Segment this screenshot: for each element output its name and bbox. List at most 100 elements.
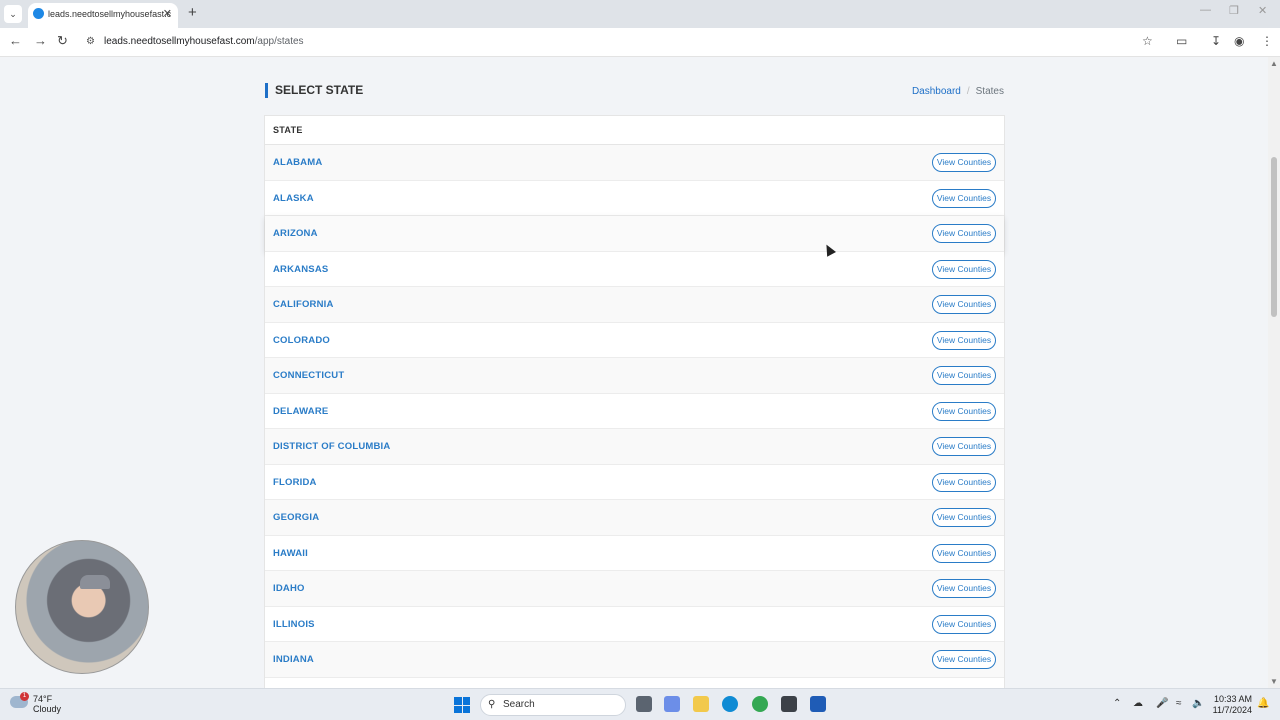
breadcrumb-current: States: [975, 86, 1004, 97]
view-counties-button[interactable]: View Counties: [932, 259, 996, 279]
view-counties-button[interactable]: View Counties: [932, 543, 996, 563]
breadcrumb: Dashboard / States: [912, 86, 1004, 97]
state-link[interactable]: FLORIDA: [273, 477, 317, 488]
profile-icon[interactable]: ◉: [1234, 34, 1244, 48]
weather-desc: Cloudy: [33, 704, 62, 714]
browser-tab[interactable]: leads.needtosellmyhousefast.c ✕: [28, 3, 178, 28]
table-row: HAWAII View Counties: [265, 535, 1004, 571]
maximize-icon[interactable]: ❐: [1229, 4, 1239, 17]
view-counties-button[interactable]: View Counties: [932, 472, 996, 492]
taskbar-search-label: Search: [503, 699, 535, 710]
state-link[interactable]: DELAWARE: [273, 406, 328, 417]
clock[interactable]: 10:33 AM 11/7/2024: [1206, 694, 1252, 716]
view-counties-button[interactable]: View Counties: [932, 330, 996, 350]
taskbar-search[interactable]: ⚲ Search: [480, 694, 626, 716]
search-icon: ⚲: [488, 699, 496, 710]
state-link[interactable]: ALASKA: [273, 193, 314, 204]
view-counties-button[interactable]: View Counties: [932, 437, 996, 456]
state-link[interactable]: CALIFORNIA: [273, 299, 334, 310]
table-row: GEORGIA View Counties: [265, 500, 1004, 536]
window-close-icon[interactable]: ✕: [1258, 4, 1267, 17]
scrollbar-thumb[interactable]: [1271, 157, 1277, 317]
table-row: DISTRICT OF COLUMBIA View Counties: [265, 429, 1004, 465]
tab-strip: ⌄ leads.needtosellmyhousefast.c ✕ + — ❐ …: [0, 0, 1280, 28]
copilot-icon[interactable]: [664, 696, 680, 712]
file-explorer-icon[interactable]: [693, 696, 709, 712]
back-icon[interactable]: ←: [9, 33, 22, 48]
state-link[interactable]: COLORADO: [273, 335, 330, 346]
reload-icon[interactable]: ↻: [57, 33, 68, 49]
view-counties-button[interactable]: View Counties: [932, 650, 996, 669]
view-counties-button[interactable]: View Counties: [932, 579, 996, 598]
bookmark-star-icon[interactable]: ☆: [1142, 34, 1153, 48]
download-icon[interactable]: ↧: [1211, 34, 1221, 48]
state-link[interactable]: DISTRICT OF COLUMBIA: [273, 441, 390, 452]
weather-badge: 1: [20, 692, 29, 701]
view-counties-button[interactable]: View Counties: [932, 188, 996, 208]
view-counties-button[interactable]: View Counties: [932, 401, 996, 421]
webcam-overlay: [15, 540, 149, 674]
url-field[interactable]: leads.needtosellmyhousefast.com/app/stat…: [104, 36, 304, 47]
volume-icon[interactable]: 🔈: [1192, 698, 1204, 709]
new-tab-icon[interactable]: +: [188, 4, 197, 21]
wifi-icon[interactable]: ≈: [1176, 698, 1182, 709]
state-link[interactable]: GEORGIA: [273, 512, 319, 523]
table-row: CALIFORNIA View Counties: [265, 287, 1004, 323]
page-content: SELECT STATE Dashboard / States STATE ALAB…: [0, 57, 1268, 688]
table-row: COLORADO View Counties: [265, 322, 1004, 358]
onedrive-icon[interactable]: ☁: [1133, 698, 1143, 709]
tab-search-dropdown-icon[interactable]: ⌄: [4, 5, 22, 23]
view-counties-button[interactable]: View Counties: [932, 508, 996, 527]
state-link[interactable]: ILLINOIS: [273, 619, 315, 630]
task-view-icon[interactable]: [636, 696, 652, 712]
view-counties-button[interactable]: View Counties: [932, 153, 996, 172]
table-row: ARIZONA View Counties: [265, 216, 1004, 252]
chrome-icon[interactable]: [752, 696, 768, 712]
view-counties-button[interactable]: View Counties: [932, 224, 996, 243]
tray-overflow-icon[interactable]: ⌃: [1113, 698, 1121, 709]
table-row: INDIANA View Counties: [265, 642, 1004, 678]
notification-bell-icon[interactable]: 🔔: [1257, 698, 1269, 709]
tab-title: leads.needtosellmyhousefast.c: [48, 9, 172, 19]
state-link[interactable]: CONNECTICUT: [273, 370, 344, 381]
state-link[interactable]: ARKANSAS: [273, 264, 328, 275]
calculator-icon[interactable]: [781, 696, 797, 712]
state-link[interactable]: ALABAMA: [273, 157, 322, 168]
microphone-icon[interactable]: 🎤: [1156, 698, 1168, 709]
view-counties-button[interactable]: View Counties: [932, 295, 996, 314]
page-scrollbar[interactable]: ▲ ▼: [1268, 57, 1280, 688]
extensions-icon[interactable]: ▭: [1176, 34, 1187, 48]
taskbar: 1 74°F Cloudy ⚲ Search ⌃ ☁ 🎤 ≈ 🔈 10:33 AM 1…: [0, 688, 1280, 720]
tab-close-icon[interactable]: ✕: [163, 3, 172, 25]
edge-icon[interactable]: [722, 696, 738, 712]
page-title: SELECT STATE: [265, 83, 363, 98]
minimize-icon[interactable]: —: [1200, 4, 1211, 16]
table-row: DELAWARE View Counties: [265, 393, 1004, 429]
scroll-up-icon[interactable]: ▲: [1270, 59, 1278, 68]
table-row: ILLINOIS View Counties: [265, 606, 1004, 642]
address-bar: ← → ↻ ⚙ leads.needtosellmyhousefast.com/…: [0, 28, 1280, 57]
menu-icon[interactable]: ⋮: [1261, 34, 1273, 48]
state-link[interactable]: IDAHO: [273, 583, 305, 594]
start-button-icon[interactable]: [454, 697, 470, 713]
site-favicon-icon: [33, 8, 44, 19]
breadcrumb-dashboard[interactable]: Dashboard: [912, 86, 961, 97]
breadcrumb-separator: /: [966, 86, 970, 97]
word-icon[interactable]: [810, 696, 826, 712]
table-row: ARKANSAS View Counties: [265, 251, 1004, 287]
clock-time: 10:33 AM: [1213, 694, 1252, 704]
table-row: FLORIDA View Counties: [265, 464, 1004, 500]
weather-temp: 74°F: [33, 694, 53, 704]
table-row: ALASKA View Counties: [265, 180, 1004, 216]
forward-icon[interactable]: →: [34, 33, 47, 48]
view-counties-button[interactable]: View Counties: [932, 366, 996, 385]
table-header-state: STATE: [265, 116, 1004, 145]
state-link[interactable]: ARIZONA: [273, 228, 318, 239]
view-counties-button[interactable]: View Counties: [932, 614, 996, 634]
state-link[interactable]: HAWAII: [273, 548, 308, 559]
states-table: STATE ALABAMA View Counties ALASKA View Cou…: [264, 115, 1005, 688]
site-info-icon[interactable]: ⚙: [86, 36, 95, 47]
state-link[interactable]: INDIANA: [273, 654, 314, 665]
scroll-down-icon[interactable]: ▼: [1270, 677, 1278, 686]
webcam-person-cap: [80, 575, 110, 589]
